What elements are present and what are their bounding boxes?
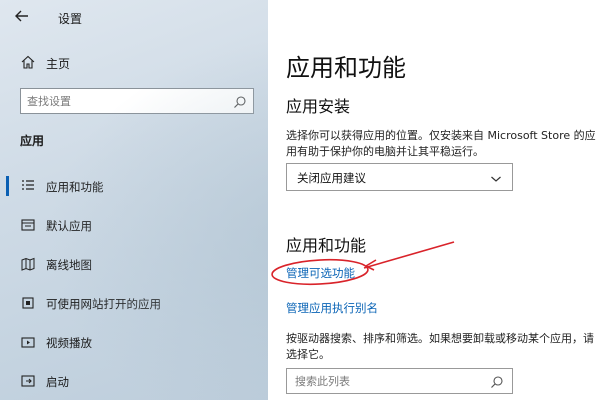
- default-apps-icon: [20, 217, 36, 233]
- sidebar-item-label: 离线地图: [46, 258, 92, 272]
- sidebar-item-website-apps[interactable]: 可使用网站打开的应用: [0, 289, 268, 317]
- sidebar-item-label: 默认应用: [46, 219, 92, 233]
- sidebar-section-label: 应用: [20, 134, 45, 148]
- sidebar-item-label: 视频播放: [46, 336, 92, 350]
- active-indicator: [6, 176, 9, 196]
- manage-app-aliases-link[interactable]: 管理应用执行别名: [286, 300, 378, 316]
- app-list-search-input[interactable]: [295, 373, 485, 389]
- install-heading: 应用安装: [286, 97, 351, 116]
- app-install-dropdown[interactable]: 关闭应用建议: [286, 163, 513, 191]
- startup-icon: [20, 373, 36, 389]
- sidebar-item-offline-maps[interactable]: 离线地图: [0, 250, 268, 278]
- video-icon: [20, 334, 36, 350]
- page-title: 应用和功能: [286, 54, 406, 82]
- main-content: 应用和功能 应用安装 选择你可以获得应用的位置。仅安装来自 Microsoft …: [268, 0, 600, 400]
- chevron-down-icon: [490, 170, 502, 182]
- title-bar: 设置: [0, 0, 268, 36]
- install-description: 选择你可以获得应用的位置。仅安装来自 Microsoft Store 的应用有助…: [286, 129, 596, 158]
- settings-search-box[interactable]: [20, 88, 254, 114]
- map-icon: [20, 256, 36, 272]
- sidebar-item-home[interactable]: 主页: [0, 50, 268, 76]
- sidebar-item-label: 应用和功能: [46, 180, 104, 194]
- sidebar-item-label: 可使用网站打开的应用: [46, 297, 161, 311]
- home-label: 主页: [46, 57, 71, 71]
- home-icon: [20, 54, 36, 70]
- website-app-icon: [20, 295, 36, 311]
- sidebar-item-startup[interactable]: 启动: [0, 367, 268, 395]
- search-icon[interactable]: [233, 94, 247, 108]
- list-icon: [20, 178, 36, 194]
- sort-description: 按驱动器搜索、排序和筛选。如果想要卸载或移动某个应用，请选择它。: [286, 332, 594, 361]
- manage-optional-features-link[interactable]: 管理可选功能: [286, 265, 355, 281]
- sidebar-item-default-apps[interactable]: 默认应用: [0, 211, 268, 239]
- app-list-search-box[interactable]: [286, 368, 513, 394]
- back-arrow-icon[interactable]: [14, 8, 36, 28]
- window-title: 设置: [58, 12, 83, 26]
- dropdown-value: 关闭应用建议: [297, 171, 366, 185]
- sidebar-item-apps-features[interactable]: 应用和功能: [0, 172, 268, 200]
- search-icon[interactable]: [490, 374, 504, 388]
- settings-sidebar: 设置 主页 应用 应用和功能 默认应用 离线地图: [0, 0, 268, 400]
- settings-search-input[interactable]: [27, 92, 227, 110]
- sidebar-item-video-playback[interactable]: 视频播放: [0, 328, 268, 356]
- sidebar-item-label: 启动: [46, 375, 69, 389]
- features-heading: 应用和功能: [286, 236, 367, 255]
